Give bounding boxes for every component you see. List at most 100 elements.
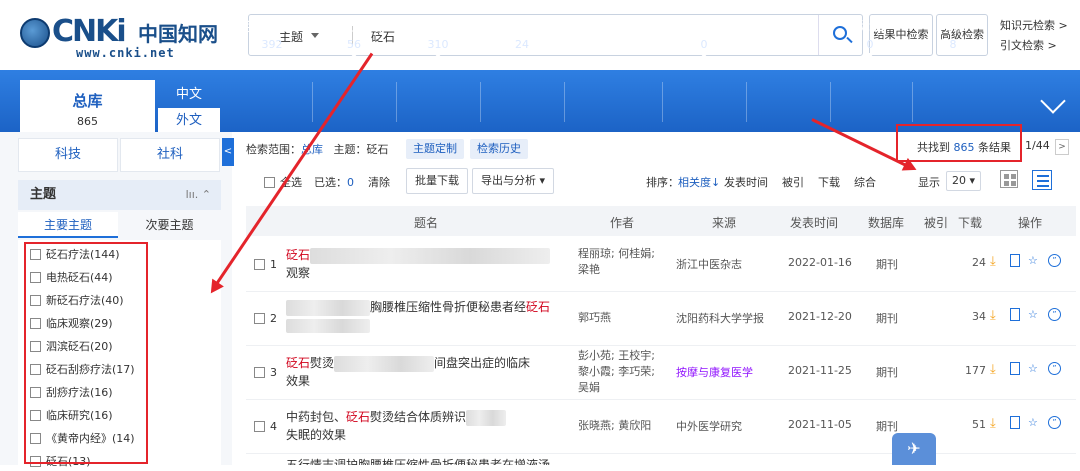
sort-label: 排序： (646, 176, 679, 189)
sort-download[interactable]: 下载 (818, 174, 840, 190)
tab-yearbook[interactable]: 年鉴 (578, 16, 658, 42)
download-icon[interactable]: ⤓ (990, 362, 1004, 377)
star-icon[interactable]: ☆ (1028, 308, 1042, 322)
cnki-logo[interactable]: CNKi 中国知网 www.cnki.net (20, 10, 220, 60)
topic-custom-button[interactable]: 主题定制 (406, 139, 464, 159)
tab-conference[interactable]: 会议 310 (398, 16, 478, 58)
redacted-text (286, 299, 370, 316)
row-source[interactable]: 浙江中医杂志 (676, 256, 786, 272)
redacted-text (466, 409, 507, 426)
tab-zongku[interactable]: 总库 865 (20, 80, 155, 132)
row-source[interactable]: 沈阳药科大学学报 (676, 310, 786, 326)
tab-newspaper[interactable]: 报纸 24 (482, 16, 562, 51)
divider (830, 82, 831, 122)
sort-relevance[interactable]: 相关度↓ (678, 174, 720, 190)
row-author[interactable]: 程丽琼; 何桂娟; 梁艳 (578, 246, 668, 278)
batch-download-button[interactable]: 批量下载 (406, 168, 468, 194)
sort-overall[interactable]: 综合 (854, 174, 876, 190)
collapse-sidebar-button[interactable]: < (222, 138, 234, 166)
html-read-icon[interactable] (1010, 362, 1020, 375)
tab-tech[interactable]: 科技 (18, 138, 118, 172)
quote-icon[interactable]: ” (1048, 416, 1061, 429)
list-view-icon[interactable] (1032, 170, 1052, 190)
html-read-icon[interactable] (1010, 254, 1020, 267)
selected-label: 已选： (314, 176, 347, 189)
row-ops: ⤓ ☆ ” (990, 254, 1070, 272)
quote-icon[interactable]: ” (1048, 362, 1061, 375)
lang-foreign[interactable]: 外文 (158, 108, 220, 134)
table-row[interactable]: 2 胸腰椎压缩性骨折便秘患者经砭石 郭巧燕 沈阳药科大学学报 2021-12-2… (246, 292, 1076, 346)
star-icon[interactable]: ☆ (1028, 416, 1042, 430)
globe-icon (20, 18, 50, 48)
star-icon[interactable]: ☆ (1028, 254, 1042, 268)
title-line2: 失眠的效果 (286, 428, 347, 442)
download-icon[interactable]: ⤓ (990, 254, 1004, 269)
download-icon[interactable]: ⤓ (990, 416, 1004, 431)
table-row[interactable]: 4 中药封包、砭石熨烫结合体质辨识 失眠的效果 张晓燕; 黄欣阳 中外医学研究 2… (246, 400, 1076, 454)
show-label: 显示 (918, 176, 940, 189)
row-no: 3 (270, 366, 277, 379)
col-date: 发表时间 (790, 216, 839, 230)
html-read-icon[interactable] (1010, 308, 1020, 321)
lang-chinese[interactable]: 中文 (158, 82, 220, 108)
grid-view-icon[interactable] (1000, 170, 1018, 188)
tab-journals[interactable]: 学术期刊 392 (232, 16, 312, 51)
table-row[interactable]: 1 砭石 观察 程丽琼; 何桂娟; 梁艳 浙江中医杂志 2022-01-16 期刊… (246, 238, 1076, 292)
row-date: 2021-12-20 (788, 310, 852, 323)
row-title[interactable]: 中药封包、砭石熨烫结合体质辨识 失眠的效果 (286, 408, 566, 444)
tab-label: 成果 (939, 19, 967, 35)
checkbox[interactable] (254, 367, 265, 378)
divider (912, 82, 913, 122)
tab-theses[interactable]: 学位论文 56 (314, 16, 394, 58)
row-title[interactable]: 胸腰椎压缩性骨折便秘患者经砭石 (286, 298, 566, 334)
row-author[interactable]: 张晓燕; 黄欣阳 (578, 418, 668, 434)
title-text: 熨烫 (310, 356, 335, 370)
sort-cited[interactable]: 被引 (782, 174, 804, 190)
export-analyze-button[interactable]: 导出与分析 ▾ (472, 168, 555, 194)
row-title[interactable]: 砭石 观察 (286, 246, 566, 282)
tab-patents[interactable]: 专利 (748, 16, 828, 53)
row-title[interactable]: 砭石熨烫 间盘突出症的临床 效果 (286, 354, 566, 390)
topic-facet-header[interactable]: 主题 lıı. ⌃ (18, 180, 221, 210)
tab-achievements[interactable]: 成果 8 (913, 16, 993, 51)
title-text: 中药封包、 (286, 410, 347, 424)
next-page-button[interactable]: > (1055, 139, 1069, 155)
knowledge-search-link[interactable]: 知识元检索 > (1000, 16, 1068, 36)
html-read-icon[interactable] (1010, 416, 1020, 429)
row-partial-title[interactable]: 五行情志调护胸腰椎压缩性骨折便秘患者在增液汤 (286, 455, 550, 465)
tab-count: 392 (261, 38, 283, 51)
row-number: 2 (254, 312, 277, 325)
star-icon[interactable]: ☆ (1028, 362, 1042, 376)
divider (564, 82, 565, 122)
col-title: 题名 (414, 216, 439, 230)
checkbox[interactable] (254, 421, 265, 432)
bird-icon[interactable]: ✈ (892, 433, 936, 465)
row-source[interactable]: 按摩与康复医学 (676, 364, 786, 380)
chevron-down-icon (700, 53, 708, 58)
redacted-text (286, 318, 370, 333)
table-row[interactable]: 3 砭石熨烫 间盘突出症的临床 效果 彭小苑; 王校宇; 黎小霞; 李巧荣; 吴娟 … (246, 346, 1076, 400)
citation-search-link[interactable]: 引文检索 > (1000, 36, 1068, 56)
download-icon[interactable]: ⤓ (990, 308, 1004, 323)
subtab-main-topic[interactable]: 主要主题 (18, 212, 118, 238)
divider (662, 82, 663, 122)
tab-social[interactable]: 社科 (120, 138, 220, 172)
search-history-button[interactable]: 检索历史 (470, 139, 528, 159)
tab-count: 0 (866, 38, 874, 51)
checkbox[interactable] (264, 177, 275, 188)
row-source[interactable]: 中外医学研究 (676, 418, 786, 434)
sort-date[interactable]: 发表时间 (724, 174, 768, 190)
quote-icon[interactable]: ” (1048, 254, 1061, 267)
chart-toggle-icon[interactable]: lıı. ⌃ (186, 180, 211, 210)
quote-icon[interactable]: ” (1048, 308, 1061, 321)
tab-books[interactable]: 图书 0 (664, 16, 744, 58)
subtab-secondary-topic[interactable]: 次要主题 (118, 212, 221, 238)
clear-button[interactable]: 清除 (368, 174, 390, 190)
row-date: 2021-11-05 (788, 418, 852, 431)
row-author[interactable]: 郭巧燕 (578, 310, 668, 326)
checkbox[interactable] (254, 259, 265, 270)
page-size-select[interactable]: 20 ▾ (946, 171, 982, 191)
row-author[interactable]: 彭小苑; 王校宇; 黎小霞; 李巧荣; 吴娟 (578, 348, 668, 396)
checkbox[interactable] (254, 313, 265, 324)
tab-standards[interactable]: 标准 0 (830, 16, 910, 58)
